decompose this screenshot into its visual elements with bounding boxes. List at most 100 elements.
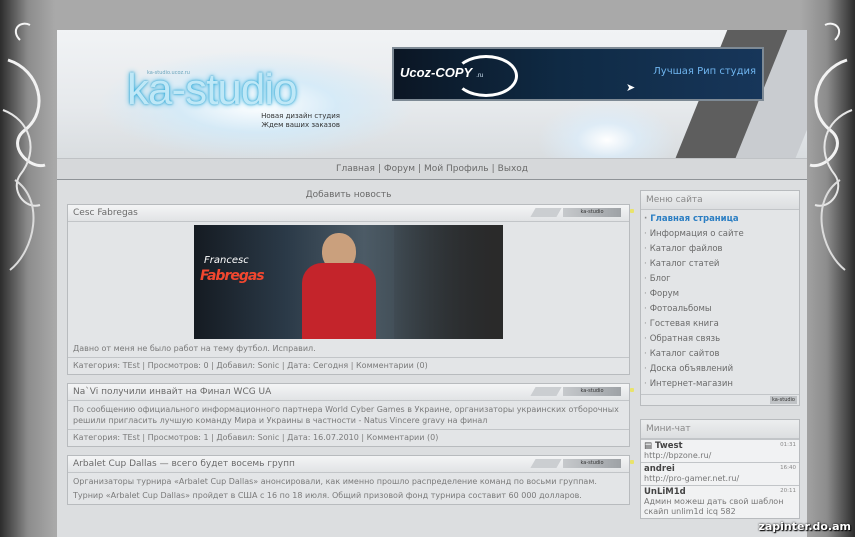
post-body: По сообщению официального информационног… xyxy=(68,401,629,429)
nav-logout-link[interactable]: Выход xyxy=(498,164,528,174)
advert-banner[interactable]: Ucoz-COPY .ru Лучшая Рип студия ➤ xyxy=(392,47,764,101)
menu-item-sites[interactable]: · Каталог сайтов xyxy=(641,347,799,362)
site-tagline: Новая дизайн студия Ждем ваших заказов xyxy=(235,112,340,130)
site-menu-block: Меню сайта · Главная страница · Информация… xyxy=(640,190,800,406)
bullet-icon: · xyxy=(644,319,647,329)
menu-item-guestbook[interactable]: · Гостевая книга xyxy=(641,317,799,332)
nav-home-link[interactable]: Главная xyxy=(336,164,375,174)
post-header: Cesc Fabregas ka-studio xyxy=(68,205,634,222)
left-swirl-ornament xyxy=(2,22,46,271)
post-text: По сообщению официального информационног… xyxy=(73,405,619,425)
menu-item-label: Фотоальбомы xyxy=(649,304,712,314)
chat-time: 16:40 xyxy=(780,465,796,471)
image-caption-first: Francesc xyxy=(204,255,249,266)
image-caption-last: Fabregas xyxy=(200,268,265,284)
chat-username[interactable]: andrei xyxy=(644,464,675,474)
post-title[interactable]: Na`Vi получили инвайт на Финал WCG UA xyxy=(73,387,271,397)
post-body: Организаторы турнира «Arbalet Cup Dallas… xyxy=(68,473,629,504)
menu-item-label: Гостевая книга xyxy=(649,319,719,329)
tagline-line-2: Ждем ваших заказов xyxy=(261,121,340,129)
header-lens-flare xyxy=(537,100,677,158)
menu-item-label: Доска объявлений xyxy=(649,364,734,374)
chat-time: 01:31 xyxy=(780,442,796,448)
nav-profile-link[interactable]: Мой Профиль xyxy=(424,164,489,174)
post-title[interactable]: Arbalet Cup Dallas — всего будет восемь … xyxy=(73,459,295,469)
menu-item-label: Каталог файлов xyxy=(649,244,723,254)
menu-item-label: Интернет-магазин xyxy=(649,379,733,389)
post-header: Na`Vi получили инвайт на Финал WCG UA ka… xyxy=(68,384,634,401)
menu-item-shop[interactable]: · Интернет-магазин xyxy=(641,377,799,392)
menu-item-about[interactable]: · Информация о сайте xyxy=(641,227,799,242)
post-text-2: Турнир «Arbalet Cup Dallas» пройдет в СШ… xyxy=(73,491,582,500)
bullet-icon: · xyxy=(644,379,647,389)
banner-slogan: Лучшая Рип студия xyxy=(653,66,756,77)
post-title[interactable]: Cesc Fabregas xyxy=(73,208,138,218)
chat-time: 20:11 xyxy=(780,488,796,494)
post-tag-badge: ka-studio xyxy=(563,459,621,468)
chat-text[interactable]: http://bpzone.ru/ xyxy=(644,451,796,461)
post-text: Давно от меня не было работ на тему футб… xyxy=(73,344,316,353)
bullet-icon: · xyxy=(644,304,647,314)
site-header: ka-studio.ucoz.ru ka-studio Новая дизайн… xyxy=(57,30,807,158)
banner-brand: Ucoz-COPY .ru xyxy=(400,65,483,80)
sidebar: Меню сайта · Главная страница · Информация… xyxy=(640,190,800,532)
menu-item-blog[interactable]: · Блог xyxy=(641,272,799,287)
bullet-icon: · xyxy=(644,274,647,284)
chat-username[interactable]: UnLiM1d xyxy=(644,487,686,497)
post-marker-icon xyxy=(630,388,634,392)
bullet-icon: · xyxy=(644,364,647,374)
post-tag-badge: ka-studio xyxy=(563,208,621,217)
news-post: Na`Vi получили инвайт на Финал WCG UA ka… xyxy=(67,383,634,447)
chat-username: Twest xyxy=(655,441,683,451)
add-news-link[interactable]: Добавить новость xyxy=(67,188,630,204)
tagline-line-1: Новая дизайн студия xyxy=(261,112,340,120)
banner-brand-text: Ucoz-COPY xyxy=(400,65,473,80)
bullet-icon: · xyxy=(644,334,647,344)
bullet-icon: · xyxy=(644,229,647,239)
post-text: Организаторы турнира «Arbalet Cup Dallas… xyxy=(73,477,597,486)
menu-item-label: Каталог статей xyxy=(649,259,720,269)
nav-separator: | xyxy=(418,164,422,174)
nav-forum-link[interactable]: Форум xyxy=(384,164,415,174)
menu-item-board[interactable]: · Доска объявлений xyxy=(641,362,799,377)
site-logo[interactable]: ka-studio xyxy=(127,68,298,112)
post-image[interactable]: Francesc Fabregas xyxy=(194,225,503,339)
top-navigation: Главная | Форум | Мой Профиль | Выход xyxy=(57,158,807,180)
menu-item-home[interactable]: · Главная страница xyxy=(641,212,799,227)
menu-item-label: Главная страница xyxy=(650,214,739,224)
bullet-icon: · xyxy=(644,214,648,224)
post-meta: Категория: TEst | Просмотров: 1 | Добави… xyxy=(68,429,629,446)
mini-chat-title: Мини-чат xyxy=(641,420,799,439)
image-player-jersey xyxy=(302,263,376,339)
chat-text: Админ можеш дать свой шаблон скайп unlim… xyxy=(644,497,784,516)
site-menu-list: · Главная страница · Информация о сайте · К… xyxy=(641,210,799,394)
chat-message: ▤ Twest 01:31 http://bpzone.ru/ xyxy=(641,439,799,462)
mini-chat-block: Мини-чат ▤ Twest 01:31 http://bpzone.ru/… xyxy=(640,419,800,519)
bullet-icon: · xyxy=(644,349,647,359)
news-column: Добавить новость Cesc Fabregas ka-studio… xyxy=(67,188,634,513)
post-tag-badge: ka-studio xyxy=(563,387,621,396)
nav-separator: | xyxy=(491,164,495,174)
chat-text[interactable]: http://pro-gamer.net.ru/ xyxy=(644,474,796,484)
menu-tag-badge: ka-studio xyxy=(769,396,797,404)
news-post: Arbalet Cup Dallas — всего будет восемь … xyxy=(67,455,634,505)
menu-item-label: Блог xyxy=(649,274,671,284)
watermark: zapinter.do.am xyxy=(758,520,851,533)
post-body: Francesc Fabregas Давно от меня не было … xyxy=(68,222,629,357)
menu-item-label: Форум xyxy=(649,289,680,299)
bullet-icon: · xyxy=(644,244,647,254)
menu-item-files[interactable]: · Каталог файлов xyxy=(641,242,799,257)
chat-message: andrei 16:40 http://pro-gamer.net.ru/ xyxy=(641,462,799,485)
menu-item-label: Информация о сайте xyxy=(649,229,744,239)
menu-item-articles[interactable]: · Каталог статей xyxy=(641,257,799,272)
menu-item-feedback[interactable]: · Обратная связь xyxy=(641,332,799,347)
banner-domain: .ru xyxy=(476,73,484,79)
bullet-icon: · xyxy=(644,289,647,299)
post-marker-icon xyxy=(630,209,634,213)
bullet-icon: · xyxy=(644,259,647,269)
menu-item-photos[interactable]: · Фотоальбомы xyxy=(641,302,799,317)
menu-item-label: Каталог сайтов xyxy=(649,349,720,359)
chat-user[interactable]: ▤ Twest xyxy=(644,441,683,451)
menu-item-forum[interactable]: · Форум xyxy=(641,287,799,302)
image-shadow-figure xyxy=(394,225,503,339)
